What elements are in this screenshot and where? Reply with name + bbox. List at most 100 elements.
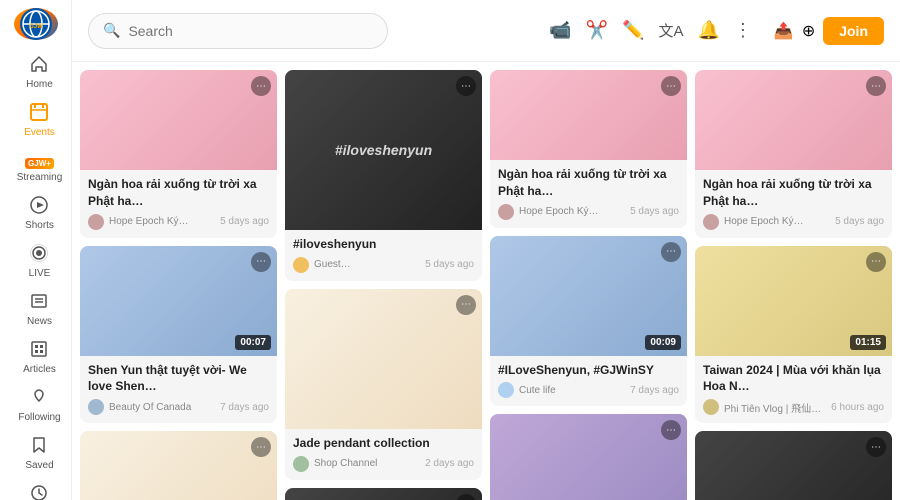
articles-icon	[30, 340, 48, 361]
avatar	[498, 382, 514, 398]
search-bar[interactable]: 🔍	[88, 13, 388, 49]
sidebar-item-label-shorts: Shorts	[25, 220, 54, 231]
card-time: 5 days ago	[425, 259, 474, 270]
sidebar-item-label-live: LIVE	[29, 268, 51, 279]
card-title: Ngàn hoa rải xuống từ trời xa Phật ha…	[498, 166, 679, 200]
list-item[interactable]: ⋯ Ngàn hoa rải xuống từ trời xa Phật ha……	[490, 70, 687, 228]
card-body: Jade pendant collection Shop Channel 2 d…	[285, 429, 482, 480]
clip-icon[interactable]: ✂️	[586, 20, 608, 41]
sidebar-item-shorts[interactable]: Shorts	[9, 190, 71, 237]
column-1: #iloveshenyun ⋯ #iloveshenyun Guest… 5 d…	[285, 70, 482, 500]
sidebar-item-label-news: News	[27, 316, 52, 327]
list-item[interactable]: 01:15 ⋯ Taiwan 2024 | Mùa với khăn lụa H…	[695, 246, 892, 424]
card-menu-icon[interactable]: ⋯	[866, 76, 886, 96]
list-item[interactable]: ⋯ Evening gathering celebration Party Ch…	[695, 431, 892, 500]
sidebar: GJW Home Events GJW+ Streaming Shorts LIVE New…	[0, 0, 72, 500]
card-meta: Hope Epoch Ký… 5 days ago	[703, 214, 884, 230]
sidebar-item-articles[interactable]: Articles	[9, 334, 71, 381]
card-menu-icon[interactable]: ⋯	[661, 76, 681, 96]
sidebar-item-events[interactable]: Events	[9, 97, 71, 144]
list-item[interactable]: 00:09 ⋯ #ILoveShenyun, #GJWinSY Cute lif…	[490, 236, 687, 407]
sidebar-item-live[interactable]: LIVE	[9, 238, 71, 285]
list-item[interactable]: 00:07 ⋯ Shen Yun thật tuyệt vời- We love…	[80, 246, 277, 424]
saved-icon	[30, 436, 48, 457]
card-menu-icon[interactable]: ⋯	[866, 252, 886, 272]
header-icons: 📹 ✂️ ✏️ 文A 🔔 ⋮ 📤 ⊕ Join	[549, 17, 884, 45]
card-menu-icon[interactable]: ⋯	[661, 242, 681, 262]
avatar	[498, 204, 514, 220]
sidebar-item-home[interactable]: Home	[9, 49, 71, 96]
app-logo[interactable]: GJW	[12, 8, 60, 40]
card-body: Ngàn hoa rải xuống từ trời xa Phật ha… H…	[80, 170, 277, 238]
card-meta: Hope Epoch Ký… 5 days ago	[88, 214, 269, 230]
card-author: Phi Tiên Vlog | 飛仙…	[724, 400, 826, 415]
edit-icon[interactable]: ✏️	[622, 20, 644, 41]
network-icon[interactable]: ⊕	[802, 21, 815, 41]
card-thumbnail: ⋯	[490, 70, 687, 160]
sidebar-item-saved[interactable]: Saved	[9, 430, 71, 477]
card-author: Beauty Of Canada	[109, 402, 215, 413]
sidebar-item-label-home: Home	[26, 79, 53, 90]
card-thumbnail: SHEN YUN ⋯	[285, 488, 482, 500]
card-thumbnail: 01:15 ⋯	[695, 246, 892, 356]
card-meta: Hope Epoch Ký… 5 days ago	[498, 204, 679, 220]
card-thumbnail: ⋯	[80, 431, 277, 500]
avatar	[88, 399, 104, 415]
list-item[interactable]: ⋯ Ngàn hoa rải xuống từ trời xa Phật ha……	[80, 70, 277, 238]
card-thumbnail: ⋯	[285, 289, 482, 429]
join-button[interactable]: Join	[823, 17, 884, 45]
sidebar-item-news[interactable]: News	[9, 286, 71, 333]
card-meta: Cute life 7 days ago	[498, 382, 679, 398]
list-item[interactable]: ⋯ Jade pendant collection Shop Channel 2…	[285, 289, 482, 480]
avatar	[703, 399, 719, 415]
sidebar-item-label-streaming: Streaming	[17, 172, 63, 183]
card-thumbnail: 00:09 ⋯	[490, 236, 687, 356]
card-author: Cute life	[519, 385, 625, 396]
card-menu-icon[interactable]: ⋯	[251, 76, 271, 96]
card-time: 5 days ago	[835, 216, 884, 227]
history-icon	[30, 484, 48, 500]
column-3: ⋯ Ngàn hoa rải xuống từ trời xa Phật ha……	[695, 70, 892, 500]
card-title: Shen Yun thật tuyệt vời- We love Shen…	[88, 362, 269, 396]
card-body: #iloveshenyun Guest… 5 days ago	[285, 230, 482, 281]
card-menu-icon[interactable]: ⋯	[251, 252, 271, 272]
card-body: Ngàn hoa rải xuống từ trời xa Phật ha… H…	[490, 160, 687, 228]
sidebar-item-history[interactable]: History	[9, 478, 71, 500]
sidebar-item-label-events: Events	[24, 127, 55, 138]
column-2: ⋯ Ngàn hoa rải xuống từ trời xa Phật ha……	[490, 70, 687, 500]
home-icon	[30, 55, 48, 76]
list-item[interactable]: SHEN YUN ⋯ Shen Yun 2024 Event ShenYun O…	[285, 488, 482, 500]
card-meta: Shop Channel 2 days ago	[293, 456, 474, 472]
card-menu-icon[interactable]: ⋯	[456, 76, 476, 96]
list-item[interactable]: ⋯ Chiếc khăn đi cùng năm tháng… Beautifu…	[490, 414, 687, 500]
more-icon[interactable]: ⋮	[734, 20, 752, 41]
card-menu-icon[interactable]: ⋯	[456, 295, 476, 315]
sidebar-item-following[interactable]: Following	[9, 382, 71, 429]
card-title: Jade pendant collection	[293, 435, 474, 452]
column-0: ⋯ Ngàn hoa rải xuống từ trời xa Phật ha……	[80, 70, 277, 500]
share-icon[interactable]: 📤	[774, 21, 794, 41]
translate-icon[interactable]: 文A	[658, 20, 683, 41]
card-meta: Beauty Of Canada 7 days ago	[88, 399, 269, 415]
sidebar-item-streaming[interactable]: GJW+ Streaming	[9, 145, 71, 189]
list-item[interactable]: #iloveshenyun ⋯ #iloveshenyun Guest… 5 d…	[285, 70, 482, 281]
card-meta: Phi Tiên Vlog | 飛仙… 6 hours ago	[703, 399, 884, 415]
card-thumbnail: ⋯	[490, 414, 687, 500]
logo-image: GJW	[14, 8, 58, 40]
list-item[interactable]: ⋯ Ngàn hoa rải xuống từ trời xa Phật ha……	[695, 70, 892, 238]
card-title: Ngàn hoa rải xuống từ trời xa Phật ha…	[703, 176, 884, 210]
cards-grid: ⋯ Ngàn hoa rải xuống từ trời xa Phật ha……	[80, 70, 892, 500]
streaming-icon: GJW+	[25, 151, 54, 169]
avatar	[703, 214, 719, 230]
following-icon	[30, 388, 48, 409]
search-input[interactable]	[128, 23, 373, 39]
card-body: Ngàn hoa rải xuống từ trời xa Phật ha… H…	[695, 170, 892, 238]
card-time: 7 days ago	[630, 385, 679, 396]
list-item[interactable]: ⋯ Group photo event Event Channel 3 days…	[80, 431, 277, 500]
camera-icon[interactable]: 📹	[549, 20, 571, 41]
search-icon: 🔍	[103, 22, 120, 39]
card-title: Ngàn hoa rải xuống từ trời xa Phật ha…	[88, 176, 269, 210]
card-author: Hope Epoch Ký…	[724, 216, 830, 227]
bell-icon[interactable]: 🔔	[697, 20, 719, 41]
avatar	[293, 456, 309, 472]
